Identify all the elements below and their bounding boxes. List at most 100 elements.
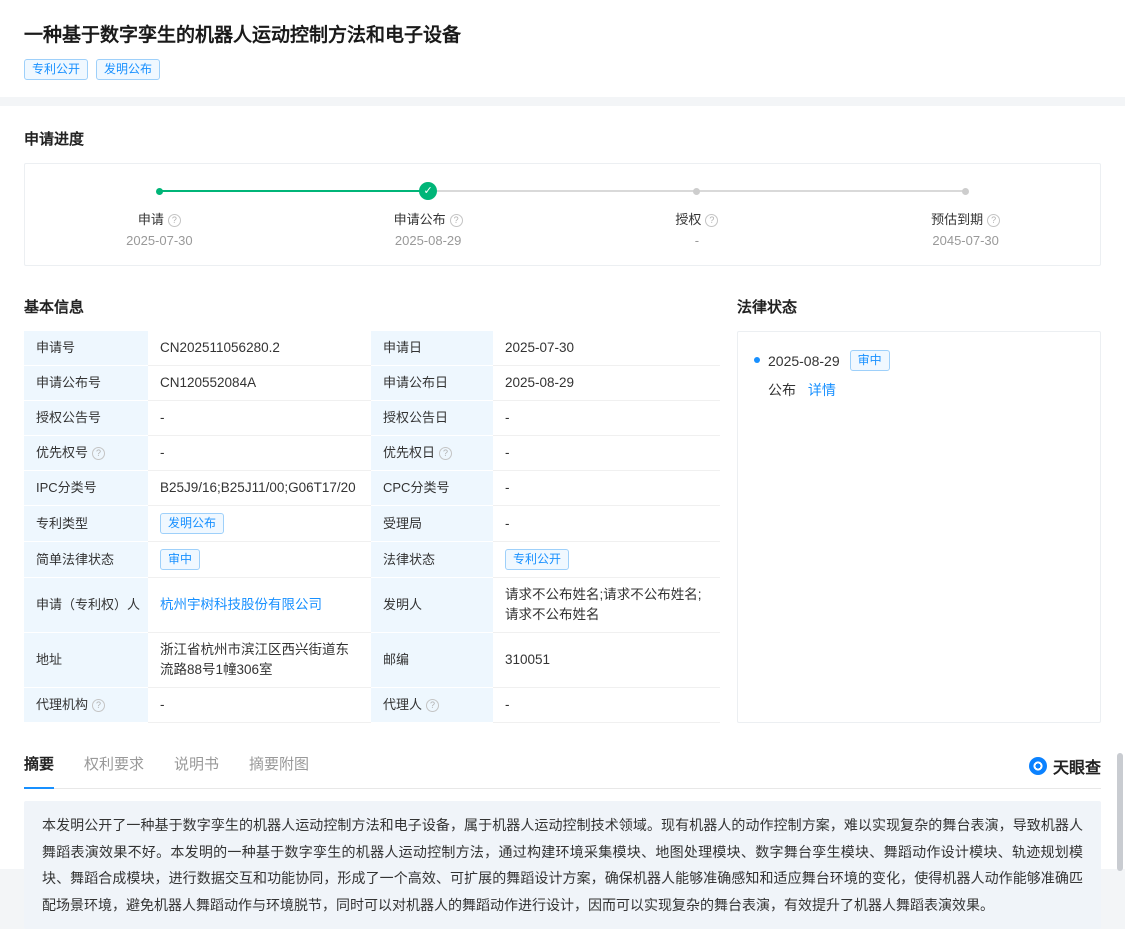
- table-row: 优先权号?-优先权日?-: [24, 436, 720, 471]
- progress-step-label: 申请公布?: [294, 209, 563, 228]
- progress-timeline: 申请?2025-07-30✓申请公布?2025-08-29授权?-预估到期?20…: [24, 163, 1101, 266]
- field-label: CPC分类号: [371, 471, 493, 506]
- field-label-text: 申请（专利权）人: [36, 597, 140, 612]
- field-label: 授权公告日: [371, 401, 493, 436]
- field-value: 2025-07-30: [493, 331, 720, 366]
- help-icon[interactable]: ?: [168, 214, 181, 227]
- field-value: -: [493, 471, 720, 506]
- field-label-text: 申请公布日: [383, 375, 448, 390]
- tianyancha-logo-icon: [1029, 757, 1047, 775]
- field-value: 审中: [148, 542, 371, 578]
- check-circle-icon: ✓: [419, 182, 437, 200]
- status-tag: 发明公布: [160, 513, 224, 534]
- field-value: 专利公开: [493, 542, 720, 578]
- status-tag: 审中: [160, 549, 200, 570]
- progress-step-name: 授权: [675, 212, 701, 227]
- progress-step-name: 预估到期: [931, 212, 983, 227]
- abstract-text: 本发明公开了一种基于数字孪生的机器人运动控制方法和电子设备，属于机器人运动控制技…: [42, 812, 1083, 918]
- help-icon[interactable]: ?: [450, 214, 463, 227]
- field-value: 浙江省杭州市滨江区西兴街道东流路88号1幢306室: [148, 633, 371, 688]
- patent-type-tag: 发明公布: [96, 59, 160, 80]
- field-label-text: 专利类型: [36, 516, 88, 531]
- field-value: 请求不公布姓名;请求不公布姓名;请求不公布姓名: [493, 578, 720, 633]
- page-header: 一种基于数字孪生的机器人运动控制方法和电子设备 专利公开发明公布: [0, 0, 1125, 97]
- field-label: 简单法律状态: [24, 542, 148, 578]
- field-label: 优先权号?: [24, 436, 148, 471]
- field-label: 申请公布号: [24, 366, 148, 401]
- field-label-text: 申请号: [36, 340, 75, 355]
- table-row: IPC分类号B25J9/16;B25J11/00;G06T17/20CPC分类号…: [24, 471, 720, 506]
- field-label-text: 优先权日: [383, 445, 435, 460]
- table-row: 申请号 CN202511056280.2 申请日 2025-07-30: [24, 331, 720, 366]
- legal-status-panel: 2025-08-29 审中 公布 详情: [737, 331, 1101, 723]
- progress-dot-wrap: ✓: [294, 182, 563, 200]
- field-value: 杭州宇树科技股份有限公司: [148, 578, 371, 633]
- progress-step-name: 申请公布: [394, 212, 446, 227]
- help-icon[interactable]: ?: [92, 699, 105, 712]
- detail-link[interactable]: 详情: [808, 382, 836, 398]
- progress-step-name: 申请: [138, 212, 164, 227]
- tabs: 摘要权利要求说明书摘要附图: [24, 753, 309, 788]
- field-label: 邮编: [371, 633, 493, 688]
- progress-step-date: -: [563, 233, 832, 248]
- field-label: 代理人?: [371, 688, 493, 723]
- tab-abstract[interactable]: 摘要: [24, 753, 54, 789]
- progress-step-date: 2025-08-29: [294, 233, 563, 248]
- field-value: -: [493, 436, 720, 471]
- progress-dot-icon: [693, 188, 700, 195]
- field-label-text: 发明人: [383, 597, 422, 612]
- legal-status-title: 法律状态: [737, 296, 1101, 317]
- table-row: 申请公布号 CN120552084A 申请公布日 2025-08-29: [24, 366, 720, 401]
- help-icon[interactable]: ?: [987, 214, 1000, 227]
- progress-dot-wrap: [25, 182, 294, 200]
- help-icon[interactable]: ?: [92, 447, 105, 460]
- field-label-text: 受理局: [383, 516, 422, 531]
- table-row: 申请（专利权）人 杭州宇树科技股份有限公司 发明人 请求不公布姓名;请求不公布姓名;请…: [24, 578, 720, 633]
- progress-step: 预估到期?2045-07-30: [831, 182, 1100, 248]
- field-value: CN120552084A: [148, 366, 371, 401]
- field-value: CN202511056280.2: [148, 331, 371, 366]
- field-value: -: [493, 401, 720, 436]
- basic-info-table: 申请号 CN202511056280.2 申请日 2025-07-30 申请公布号 CN1…: [24, 331, 720, 723]
- field-label-text: 代理人: [383, 697, 422, 712]
- tab-description[interactable]: 说明书: [174, 753, 219, 788]
- field-label: 优先权日?: [371, 436, 493, 471]
- progress-step-label: 授权?: [563, 209, 832, 228]
- field-value: 310051: [493, 633, 720, 688]
- field-label-text: 申请日: [383, 340, 422, 355]
- progress-dot-wrap: [563, 182, 832, 200]
- tab-claims[interactable]: 权利要求: [84, 753, 144, 788]
- field-label-text: 申请公布号: [36, 375, 101, 390]
- progress-step: 授权? -: [563, 182, 832, 248]
- progress-section: 申请进度 申请?2025-07-30✓申请公布?2025-08-29授权?-预估…: [24, 128, 1101, 266]
- scrollbar-thumb[interactable]: [1117, 753, 1123, 871]
- status-tag: 专利公开: [505, 549, 569, 570]
- table-row: 授权公告号 -授权公告日-: [24, 401, 720, 436]
- legal-status-line: 2025-08-29 审中: [768, 350, 1084, 371]
- field-label: 地址: [24, 633, 148, 688]
- basic-info-title: 基本信息: [24, 296, 720, 317]
- field-label: 授权公告号: [24, 401, 148, 436]
- field-label-text: 授权公告号: [36, 410, 101, 425]
- progress-dot-wrap: [831, 182, 1100, 200]
- basic-info-table-body: 申请号 CN202511056280.2 申请日 2025-07-30 申请公布号 CN1…: [24, 331, 720, 723]
- help-icon[interactable]: ?: [426, 699, 439, 712]
- help-icon[interactable]: ?: [705, 214, 718, 227]
- table-row: 简单法律状态审中法律状态专利公开: [24, 542, 720, 578]
- table-row: 专利类型发明公布受理局-: [24, 506, 720, 542]
- brand-logo[interactable]: 天眼查: [1029, 754, 1101, 788]
- progress-step-label: 申请?: [25, 209, 294, 228]
- bullet-icon: [754, 357, 760, 363]
- progress-steps: 申请?2025-07-30✓申请公布?2025-08-29授权?-预估到期?20…: [25, 182, 1100, 248]
- abstract-panel: 本发明公开了一种基于数字孪生的机器人运动控制方法和电子设备，属于机器人运动控制技…: [24, 801, 1101, 929]
- applicant-link[interactable]: 杭州宇树科技股份有限公司: [160, 597, 322, 612]
- help-icon[interactable]: ?: [439, 447, 452, 460]
- field-label: 专利类型: [24, 506, 148, 542]
- field-label: 发明人: [371, 578, 493, 633]
- brand-name: 天眼查: [1053, 754, 1101, 778]
- field-value: 2025-08-29: [493, 366, 720, 401]
- field-label-text: 邮编: [383, 652, 409, 667]
- field-value: -: [148, 401, 371, 436]
- field-label: 受理局: [371, 506, 493, 542]
- tab-abstract-figure[interactable]: 摘要附图: [249, 753, 309, 788]
